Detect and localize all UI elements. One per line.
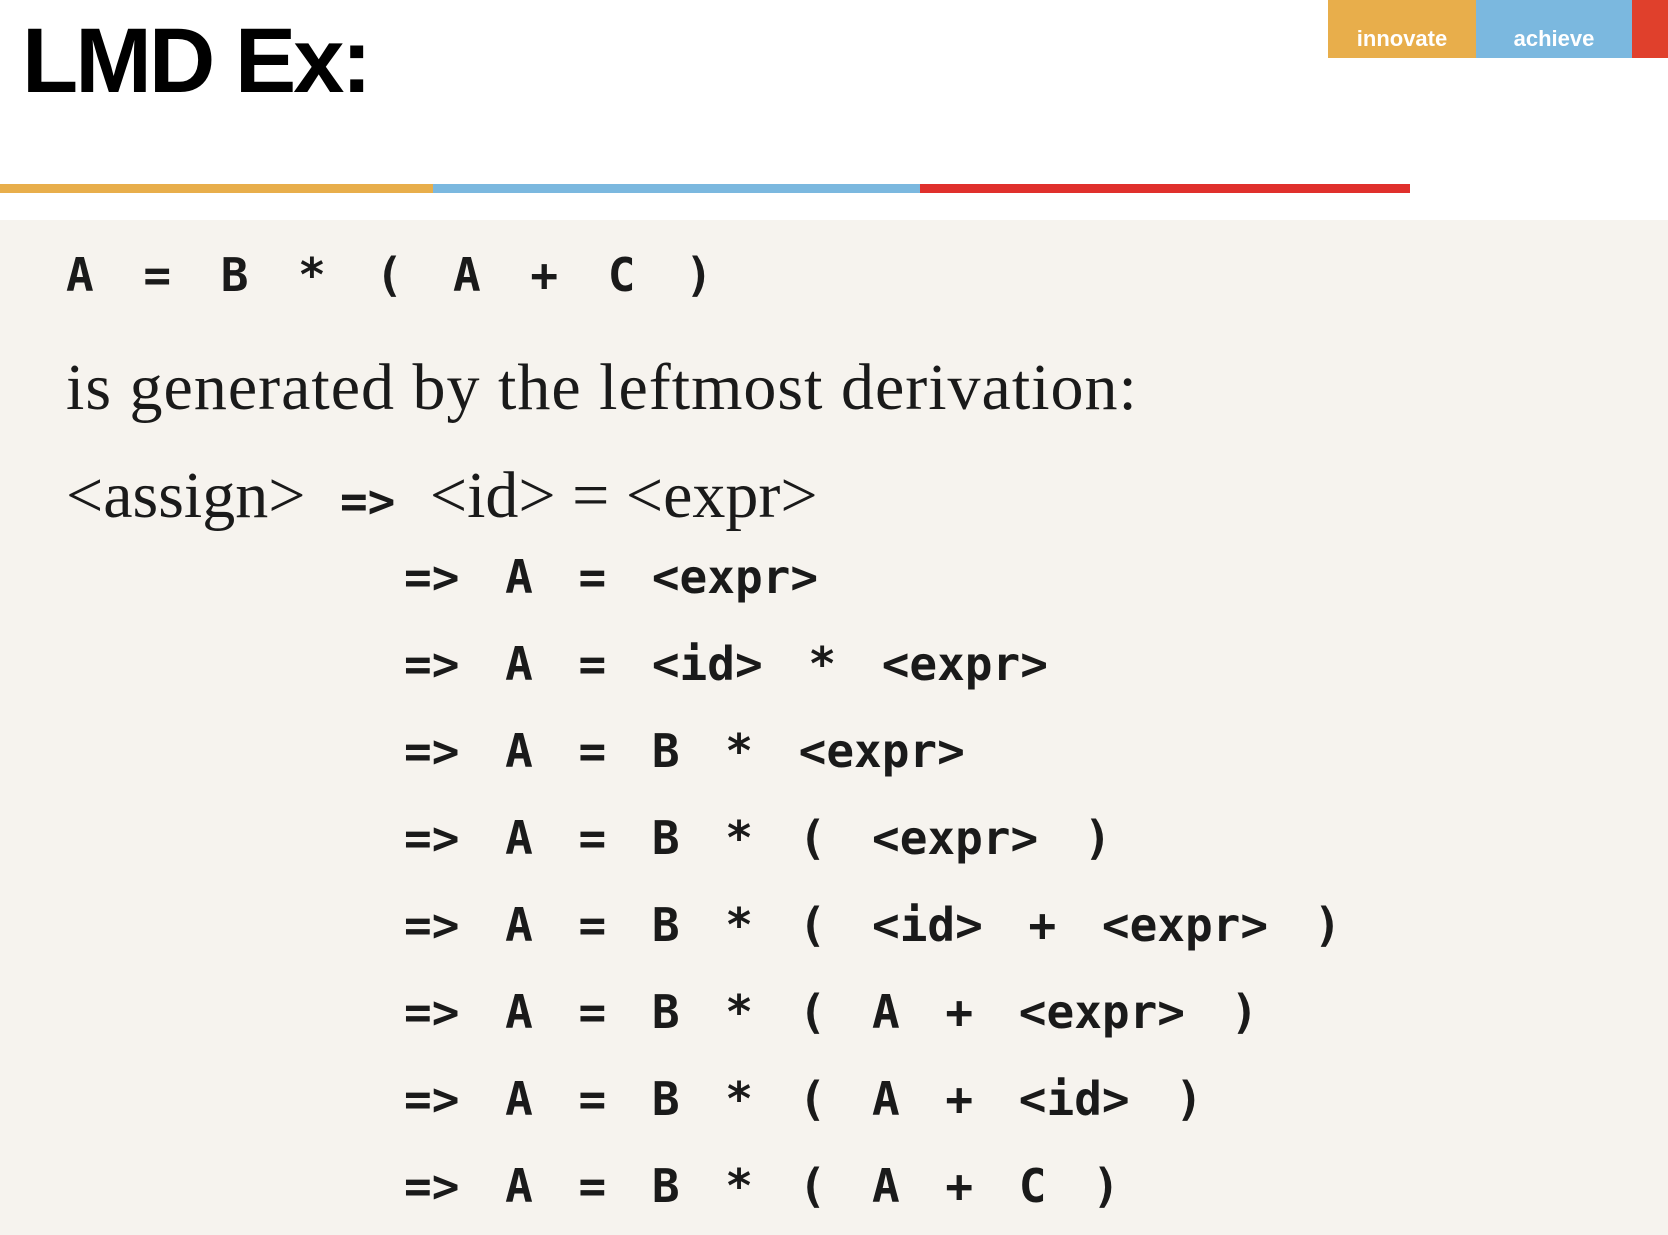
slide: LMD Ex: innovate achieve A = B * ( A + C… — [0, 0, 1668, 1235]
brand-achieve: achieve — [1476, 0, 1632, 58]
derivation-step: => A = B * ( <expr> ) — [404, 811, 1112, 865]
divider-blue — [433, 184, 920, 193]
derivation-step: => A = <id> * <expr> — [404, 637, 1048, 691]
derivation-step: => A = B * <expr> — [404, 724, 965, 778]
derivation-arrow: => — [339, 474, 396, 528]
divider-orange — [0, 184, 433, 193]
brand-banner: innovate achieve — [1328, 0, 1668, 58]
divider-red — [920, 184, 1410, 193]
start-symbol: <assign> — [66, 459, 306, 532]
title-divider — [0, 184, 1410, 193]
derivation-step: => A = <expr> — [404, 550, 819, 604]
first-step-rhs: <id> = <expr> — [429, 459, 818, 532]
brand-accent — [1632, 0, 1668, 58]
intro-text: is generated by the leftmost derivation: — [66, 351, 1138, 424]
derivation-first-step: <assign> => <id> = <expr> — [66, 458, 818, 534]
sentence-statement: A = B * ( A + C ) — [66, 248, 713, 302]
slide-title: LMD Ex: — [22, 10, 372, 112]
derivation-step: => A = B * ( A + <expr> ) — [404, 985, 1259, 1039]
derivation-step: => A = B * ( A + C ) — [404, 1159, 1120, 1213]
derivation-step: => A = B * ( <id> + <expr> ) — [404, 898, 1342, 952]
scanned-textbook-excerpt: A = B * ( A + C ) is generated by the le… — [0, 220, 1668, 1235]
brand-innovate: innovate — [1328, 0, 1476, 58]
derivation-step: => A = B * ( A + <id> ) — [404, 1072, 1203, 1126]
